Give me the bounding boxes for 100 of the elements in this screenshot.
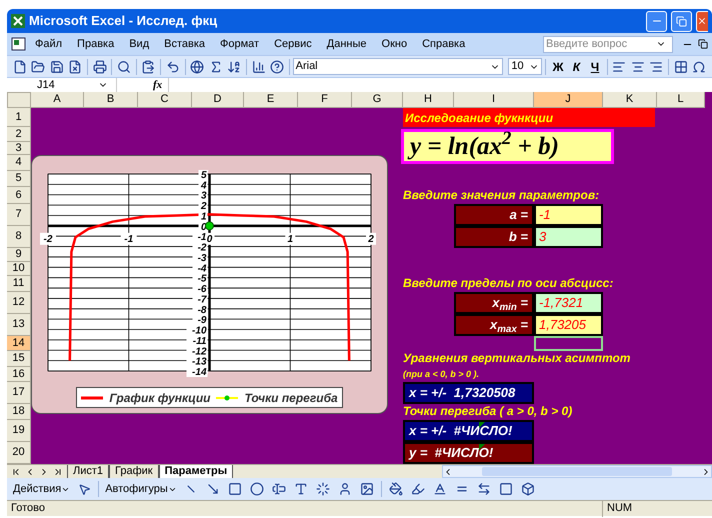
menu-item[interactable]: Формат bbox=[213, 36, 266, 52]
font-field[interactable]: Arial bbox=[292, 58, 504, 75]
bold-button[interactable]: Ж bbox=[549, 58, 567, 76]
row-header[interactable]: 1 bbox=[7, 108, 31, 127]
restore-icon bbox=[676, 16, 687, 26]
y-tick-label: -7 bbox=[198, 294, 206, 306]
row-header[interactable]: 18 bbox=[7, 404, 31, 420]
scroll-thumb[interactable] bbox=[482, 467, 672, 476]
column-header[interactable]: K bbox=[603, 92, 657, 108]
row-header[interactable]: 10 bbox=[7, 262, 31, 276]
parameter-label: b = bbox=[454, 226, 534, 248]
y-tick-label: -13 bbox=[192, 356, 206, 368]
y-tick-label: 1 bbox=[200, 211, 206, 222]
column-header[interactable]: I bbox=[454, 92, 534, 108]
row-header[interactable]: 9 bbox=[7, 248, 31, 262]
menu-item[interactable]: Окно bbox=[374, 36, 414, 52]
parameter-label: x$_{min}$ = bbox=[454, 292, 534, 314]
font-size-field[interactable]: 10 bbox=[508, 58, 542, 75]
row-header[interactable]: 5 bbox=[7, 171, 31, 187]
x-tick-label: 2 bbox=[368, 234, 374, 245]
column-header[interactable]: A bbox=[31, 92, 84, 108]
legend-label: Точки перегиба bbox=[244, 390, 338, 406]
x-tick-label: 0 bbox=[206, 234, 212, 245]
restore-icon[interactable] bbox=[698, 39, 708, 49]
inflection-point bbox=[205, 221, 214, 230]
parameter-value[interactable]: 1,73205 bbox=[534, 314, 603, 336]
result-cell: x = +/- 1,7320508 bbox=[403, 382, 534, 404]
column-header[interactable]: B bbox=[84, 92, 138, 108]
y-tick-label: -14 bbox=[192, 367, 206, 377]
row-header[interactable]: 3 bbox=[7, 142, 31, 155]
actions-menu[interactable]: Действия bbox=[11, 480, 72, 498]
parameter-value[interactable]: 3 bbox=[534, 226, 603, 248]
restore-button[interactable] bbox=[671, 10, 692, 32]
help-search-field[interactable]: Введите вопрос bbox=[543, 36, 673, 52]
parameter-value[interactable]: -1,7321 bbox=[534, 292, 603, 314]
row-header[interactable]: 19 bbox=[7, 420, 31, 442]
section-title: Исследование фукнкции bbox=[403, 108, 655, 127]
y-tick-label: -11 bbox=[192, 336, 206, 347]
italic-button[interactable]: К bbox=[568, 58, 586, 76]
column-header[interactable]: C bbox=[138, 92, 192, 108]
last-sheet-icon[interactable] bbox=[53, 466, 63, 476]
sheet-tab[interactable]: График bbox=[109, 464, 159, 478]
y-tick-label: 4 bbox=[200, 180, 206, 192]
column-header[interactable]: H bbox=[403, 92, 454, 108]
formula-text: y = ln(ax$^{2}$ + b) bbox=[410, 128, 559, 166]
row-header[interactable]: 4 bbox=[7, 155, 31, 171]
menu-item[interactable]: Правка bbox=[70, 36, 122, 52]
section-heading: Введите пределы по оси абсцисс: bbox=[403, 275, 614, 292]
note-text: (при a < 0, b > 0 ). bbox=[403, 368, 480, 381]
function-label[interactable]: fx bbox=[153, 78, 162, 92]
sheet-tab[interactable]: Параметры bbox=[158, 464, 234, 478]
spreadsheet-doc-icon[interactable] bbox=[11, 37, 27, 51]
row-header[interactable]: 12 bbox=[7, 292, 31, 314]
minimize-button[interactable] bbox=[646, 10, 667, 32]
parameter-label: x$_{max}$ = bbox=[454, 314, 534, 336]
row-header[interactable]: 20 bbox=[7, 442, 31, 464]
legend-line-icon bbox=[81, 396, 104, 400]
y-tick-label: -8 bbox=[198, 304, 206, 316]
y-tick-label: -12 bbox=[192, 346, 206, 358]
row-header[interactable]: 15 bbox=[7, 351, 31, 367]
menu-item[interactable]: Файл bbox=[28, 36, 70, 52]
section-heading: Уравнения вертикальных асимптот bbox=[403, 350, 632, 367]
menu-item[interactable]: Справка bbox=[415, 36, 472, 52]
y-tick-label: -2 bbox=[198, 242, 206, 254]
parameter-label: a = bbox=[454, 204, 534, 226]
section-heading: Точки перегиба ( a > 0, b > 0) bbox=[403, 403, 574, 420]
menu-item[interactable]: Данные bbox=[320, 36, 374, 52]
column-header[interactable]: G bbox=[352, 92, 403, 108]
row-header[interactable]: 14 bbox=[7, 336, 31, 351]
sheet-tab[interactable]: Лист1 bbox=[67, 464, 110, 478]
row-header[interactable]: 8 bbox=[7, 226, 31, 248]
row-header[interactable]: 16 bbox=[7, 367, 31, 382]
underline-button[interactable]: Ч bbox=[586, 58, 604, 76]
num-lock-indicator: NUM bbox=[602, 500, 652, 517]
menu-item[interactable]: Вставка bbox=[157, 36, 212, 52]
parameter-value[interactable]: -1 bbox=[534, 204, 603, 226]
menu-item[interactable]: Сервис bbox=[267, 36, 319, 52]
x-tick-label: 1 bbox=[287, 234, 294, 245]
y-tick-label: 2 bbox=[200, 201, 206, 212]
row-header[interactable]: 7 bbox=[7, 204, 31, 226]
column-header[interactable]: F bbox=[298, 92, 352, 108]
first-sheet-icon[interactable] bbox=[11, 466, 21, 476]
y-tick-label: -6 bbox=[198, 284, 206, 296]
row-header[interactable]: 17 bbox=[7, 382, 31, 404]
menu-item[interactable]: Вид bbox=[122, 36, 156, 52]
autoshapes-menu[interactable]: Автофигуры bbox=[103, 480, 179, 498]
cell-cursor bbox=[534, 336, 603, 351]
row-header[interactable]: 6 bbox=[7, 187, 31, 204]
horizontal-scrollbar[interactable] bbox=[442, 465, 712, 478]
row-header[interactable]: 2 bbox=[7, 127, 31, 142]
column-header[interactable]: E bbox=[244, 92, 298, 108]
column-header[interactable]: D bbox=[192, 92, 244, 108]
y-tick-label: -4 bbox=[198, 263, 206, 274]
close-button[interactable] bbox=[696, 10, 708, 32]
column-header[interactable]: J bbox=[534, 92, 603, 108]
row-header[interactable]: 11 bbox=[7, 276, 31, 292]
result-cell: x = +/- #ЧИСЛО! bbox=[403, 420, 534, 442]
column-header[interactable]: L bbox=[657, 92, 705, 108]
row-header[interactable]: 13 bbox=[7, 314, 31, 336]
y-tick-label: -10 bbox=[192, 326, 206, 337]
